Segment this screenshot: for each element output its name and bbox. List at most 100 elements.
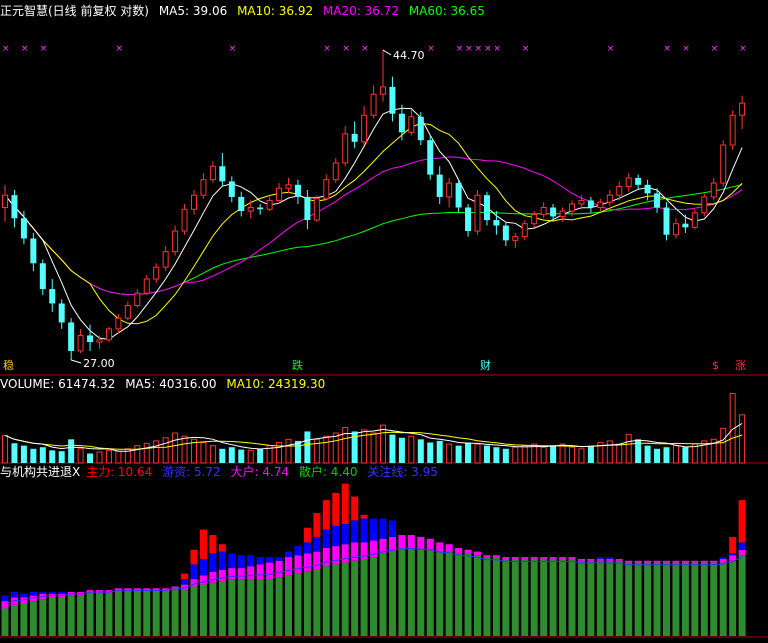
retail-bar: [171, 590, 179, 636]
volume-bar-up: [370, 432, 377, 464]
candle-body-down: [635, 177, 642, 185]
retail-bar: [691, 562, 699, 636]
main-force-bar: [738, 500, 746, 543]
candle-body-down: [11, 195, 18, 219]
candle-body-up: [625, 177, 632, 188]
retail-bar: [398, 549, 406, 636]
retail-bar: [700, 562, 708, 636]
private-equity-bar: [256, 557, 264, 565]
private-equity-bar: [341, 524, 349, 545]
volume-bar-down: [219, 448, 226, 463]
candle-body-up: [124, 305, 131, 319]
big-holder-bar: [341, 544, 349, 563]
candle-body-down: [39, 263, 46, 290]
main-force-bar: [341, 483, 349, 525]
candle-body-down: [238, 196, 245, 212]
candle-body-up: [200, 179, 207, 196]
kline-chart-svg: 44.7027.00× × × × × × × × × × × × × × × × × × × ×: [0, 44, 768, 638]
candle-body-up: [578, 199, 585, 205]
signal-cross-mark: ×: [40, 44, 48, 54]
retail-bar: [86, 593, 94, 636]
private-equity-bar: [596, 557, 604, 559]
signal-label-finance: 财: [480, 359, 491, 372]
signal-label-dollar: $: [712, 359, 719, 372]
private-equity-bar: [209, 553, 217, 572]
ma20-label: MA20: 36.72: [322, 4, 399, 18]
candle-body-up: [701, 196, 708, 214]
candle-body-down: [663, 207, 670, 235]
retail-bar: [644, 562, 652, 636]
private-equity-bar: [370, 518, 378, 541]
retail-bar: [162, 591, 170, 636]
private-equity-bar: [388, 520, 396, 537]
candle-body-up: [96, 339, 103, 343]
private-equity-bar: [29, 591, 37, 596]
candle-body-up: [540, 206, 547, 216]
ma60-line: [4, 184, 743, 296]
retail-bar: [672, 562, 680, 636]
retail-bar: [483, 557, 491, 636]
retail-bar: [218, 580, 226, 636]
signal-cross-mark: ×: [484, 44, 492, 54]
volume-bar-down: [49, 450, 56, 463]
candle-body-up: [569, 203, 575, 212]
candle-body-down: [550, 207, 557, 217]
retail-bar: [285, 575, 292, 636]
big-holder-bar: [587, 558, 595, 561]
volume-bar-up: [380, 424, 386, 464]
private-equity-bar: [332, 525, 340, 547]
candle-body-up: [115, 317, 122, 330]
private-equity-bar: [285, 551, 292, 558]
retail-bar: [417, 549, 425, 636]
retail-bar: [256, 579, 264, 636]
volume-bar-down: [550, 445, 557, 463]
volume-bar-down: [654, 448, 661, 463]
candle-body-up: [105, 328, 112, 341]
volume-bar-up: [578, 448, 585, 464]
main-force-bar: [313, 513, 321, 537]
candle-body-down: [68, 322, 75, 351]
volume-bar-down: [644, 445, 651, 463]
retail-bar: [502, 558, 510, 636]
candle-body-up: [332, 162, 339, 181]
main-force-label: 主力: 10.64: [86, 465, 153, 479]
volume-bar-up: [115, 450, 122, 464]
big-holder-bar: [417, 536, 425, 550]
chart-stage: 44.70 27.00 × × × × × × × × × × × × × × × × × × × × 正元智慧(日线 前…: [0, 0, 768, 639]
candle-body-up: [616, 186, 623, 196]
main-force-bar: [218, 544, 226, 552]
private-equity-bar: [379, 518, 387, 539]
retail-bar: [511, 558, 519, 636]
candle-body-up: [739, 102, 746, 116]
candle-body-up: [597, 201, 604, 208]
volume-bar-up: [200, 441, 207, 464]
signal-cross-mark: ×: [493, 44, 501, 54]
retail-bar: [67, 595, 75, 636]
retail-bar: [729, 560, 737, 636]
big-holder-bar: [681, 560, 689, 563]
retail-label: 散户: 4.40: [298, 465, 358, 479]
volume-bar-down: [39, 447, 46, 463]
big-holder-bar: [199, 575, 207, 585]
retail-bar: [379, 553, 387, 636]
volume-bar-down: [587, 445, 594, 463]
retail-bar: [719, 562, 727, 636]
volume-bar-down: [483, 445, 490, 463]
candle-body-up: [408, 116, 415, 133]
signal-cross-mark: ×: [229, 44, 237, 54]
private-equity-bar: [351, 520, 359, 543]
retail-bar: [738, 555, 746, 636]
candle-body-down: [257, 207, 264, 210]
private-equity-bar: [275, 557, 283, 561]
big-holder-bar: [691, 560, 699, 563]
signal-label-stable: 稳: [3, 359, 14, 372]
retail-bar: [455, 553, 463, 636]
candle-body-up: [710, 182, 717, 198]
signal-cross-mark: ×: [323, 44, 331, 54]
volume-bar-up: [134, 445, 141, 464]
private-equity-bar: [738, 542, 746, 550]
retail-bar: [426, 549, 434, 636]
retail-bar: [237, 579, 245, 636]
candle-body-down: [427, 140, 434, 175]
candle-body-up: [720, 144, 727, 184]
